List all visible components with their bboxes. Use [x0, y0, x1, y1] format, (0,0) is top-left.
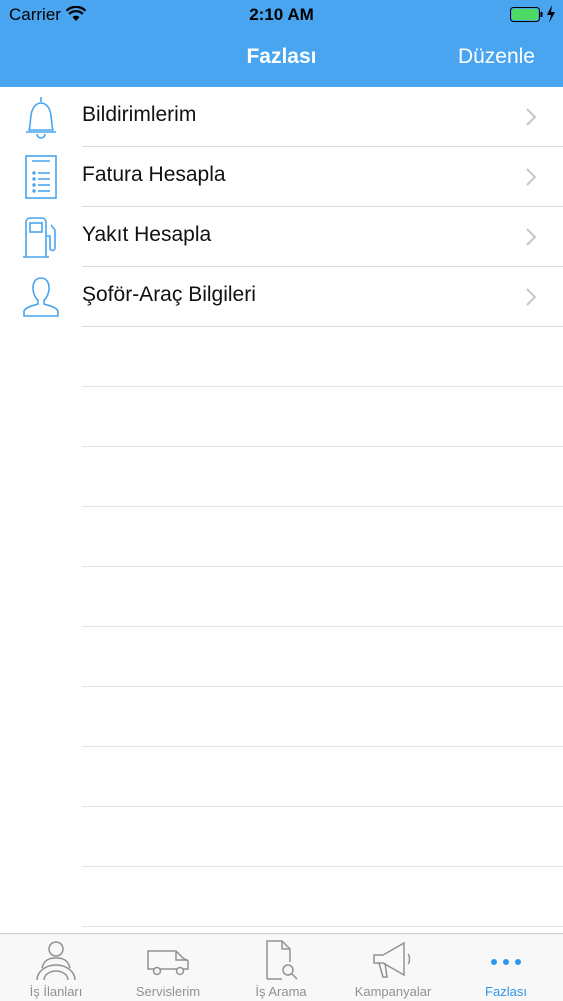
- menu-item-label: Yakıt Hesapla: [82, 223, 212, 246]
- bell-icon: [26, 97, 56, 139]
- navigation-header: Carrier 2:10 AM Fazlası Düzenle: [0, 0, 563, 87]
- table-separator: [82, 806, 563, 807]
- table-separator: [82, 746, 563, 747]
- tab-label: Servislerim: [135, 984, 201, 999]
- tab-label: İş İlanları: [29, 984, 83, 999]
- tab-more[interactable]: Fazlası: [450, 934, 562, 1001]
- fuel-pump-icon: [23, 217, 56, 258]
- table-separator: [82, 626, 563, 627]
- menu-item-fuel-calculator[interactable]: Yakıt Hesapla: [23, 207, 563, 267]
- clock: 2:10 AM: [249, 5, 314, 24]
- table-separator: [82, 386, 563, 387]
- document-search-icon: [266, 940, 298, 980]
- megaphone-icon: [373, 941, 411, 978]
- chevron-right-icon: [526, 228, 537, 246]
- menu-list: Bildirimlerim Fatura Hesapla Yakıt Hesap…: [0, 87, 563, 327]
- tab-label: İş Arama: [255, 984, 307, 999]
- chevron-right-icon: [526, 108, 537, 126]
- menu-item-label: Bildirimlerim: [82, 103, 197, 126]
- invoice-icon: [25, 155, 57, 199]
- charging-bolt-icon: [547, 5, 555, 23]
- status-bar: Carrier 2:10 AM: [0, 0, 563, 30]
- more-dots-icon: [491, 959, 521, 965]
- tab-label: Kampanyalar: [354, 984, 432, 999]
- menu-item-invoice-calculator[interactable]: Fatura Hesapla: [25, 147, 563, 207]
- person-icon: [23, 277, 59, 317]
- menu-item-label: Şoför-Araç Bilgileri: [82, 283, 256, 306]
- table-separator: [82, 446, 563, 447]
- van-icon: [147, 950, 189, 976]
- table-separator: [82, 926, 563, 927]
- tab-campaigns[interactable]: Kampanyalar: [337, 934, 449, 1001]
- table-separator: [82, 506, 563, 507]
- driver-steering-icon: [36, 941, 76, 981]
- tab-job-listings[interactable]: İş İlanları: [0, 934, 112, 1001]
- menu-item-notifications[interactable]: Bildirimlerim: [26, 87, 563, 147]
- menu-item-label: Fatura Hesapla: [82, 163, 226, 186]
- chevron-right-icon: [526, 168, 537, 186]
- menu-item-driver-vehicle-info[interactable]: Şoför-Araç Bilgileri: [23, 267, 563, 327]
- battery-icon: [510, 7, 543, 22]
- tab-my-services[interactable]: Servislerim: [112, 934, 224, 1001]
- table-separator: [82, 566, 563, 567]
- table-separator: [82, 686, 563, 687]
- tab-label: Fazlası: [485, 984, 527, 999]
- table-separator: [82, 866, 563, 867]
- tab-bar: İş İlanları Servislerim İş Arama Kampany…: [0, 933, 563, 1001]
- chevron-right-icon: [526, 288, 537, 306]
- edit-button[interactable]: Düzenle: [458, 45, 535, 69]
- tab-job-search[interactable]: İş Arama: [225, 934, 337, 1001]
